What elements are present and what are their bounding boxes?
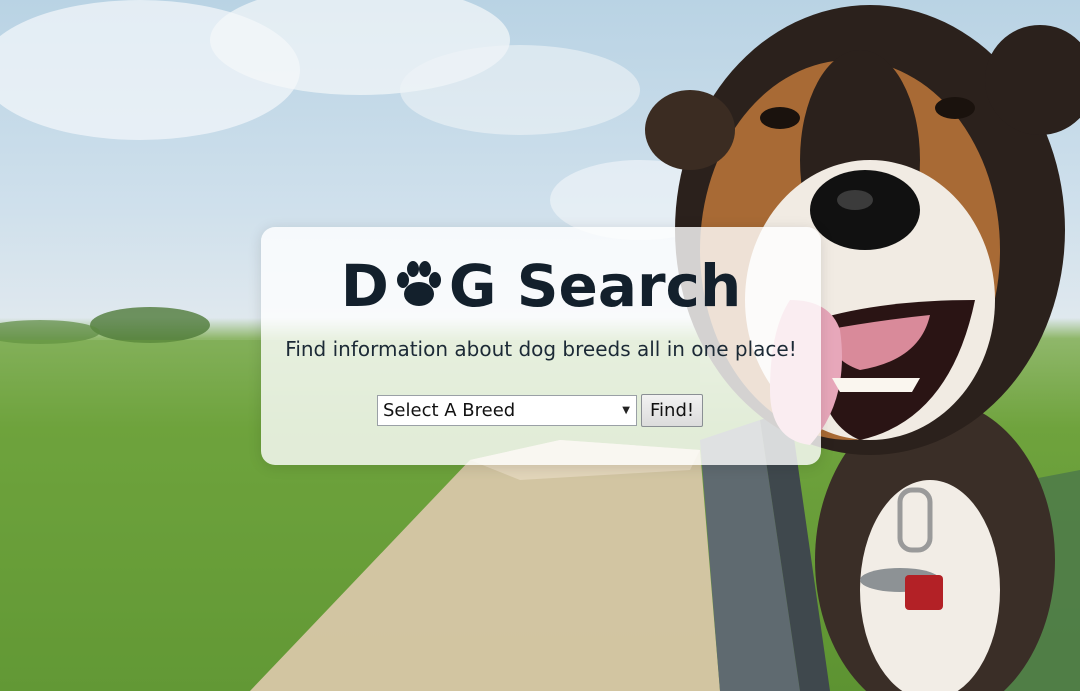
paw-icon [390, 255, 448, 309]
title-prefix: D [340, 252, 389, 320]
tagline: Find information about dog breeds all in… [285, 337, 797, 361]
find-button[interactable]: Find! [641, 394, 704, 427]
chevron-down-icon: ▼ [622, 405, 630, 416]
search-card: D G Search Find information about dog bre… [261, 227, 821, 465]
breed-select[interactable]: Select A Breed ▼ [377, 395, 637, 426]
title-suffix: G Search [448, 252, 742, 320]
site-title: D G Search [261, 251, 821, 321]
search-form: Select A Breed ▼ Find! [377, 394, 704, 427]
breed-select-value: Select A Breed [383, 400, 516, 421]
